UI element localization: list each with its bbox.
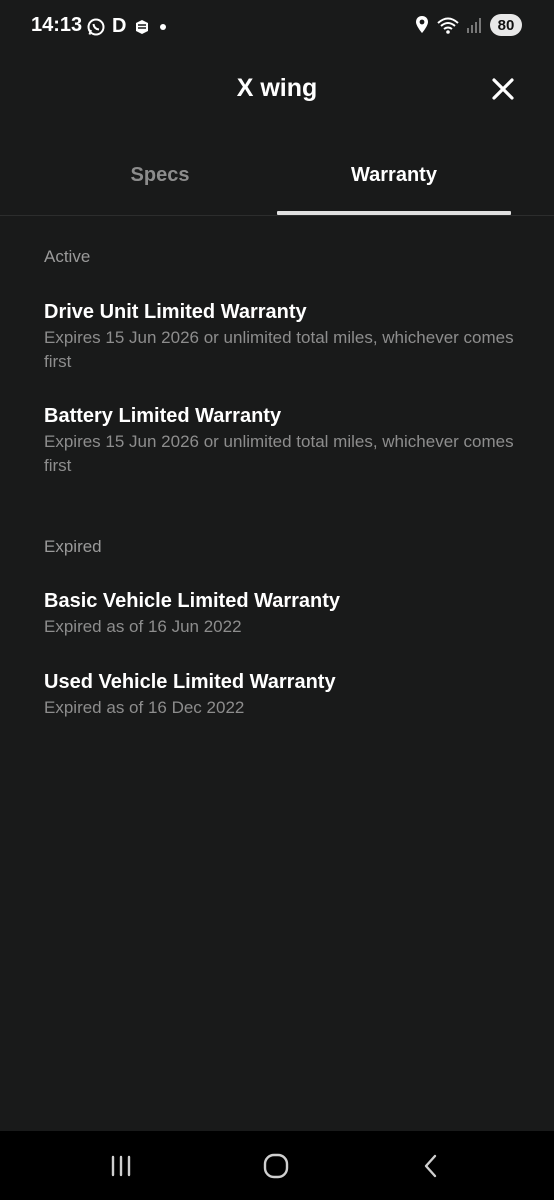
dot-icon — [158, 22, 168, 32]
app-box-icon — [132, 17, 152, 37]
warranty-subtitle: Expires 15 Jun 2026 or unlimited total m… — [44, 432, 514, 475]
status-time: 14:13 — [31, 14, 83, 36]
warranty-title: Basic Vehicle Limited Warranty — [44, 590, 341, 612]
status-system-icons: 80 — [414, 14, 522, 36]
warranty-item-battery[interactable]: Battery Limited Warranty Expires 15 Jun … — [44, 403, 514, 478]
location-icon — [414, 15, 430, 35]
close-icon — [492, 78, 514, 100]
close-button[interactable] — [490, 76, 516, 102]
home-button[interactable] — [256, 1149, 296, 1183]
recent-apps-button[interactable] — [101, 1149, 141, 1183]
warranty-subtitle: Expired as of 16 Dec 2022 — [44, 698, 245, 717]
warranty-item-used-vehicle[interactable]: Used Vehicle Limited Warranty Expired as… — [44, 669, 514, 720]
signal-icon — [466, 16, 484, 34]
warranty-subtitle: Expires 15 Jun 2026 or unlimited total m… — [44, 328, 514, 371]
system-nav-bar — [0, 1131, 554, 1200]
tab-bar: Specs Warranty — [0, 150, 554, 216]
wifi-icon — [436, 15, 460, 35]
warranty-item-drive-unit[interactable]: Drive Unit Limited Warranty Expires 15 J… — [44, 299, 514, 374]
status-notification-icons: D — [86, 15, 168, 38]
home-icon — [263, 1153, 289, 1179]
battery-indicator: 80 — [490, 14, 522, 36]
warranty-item-basic-vehicle[interactable]: Basic Vehicle Limited Warranty Expired a… — [44, 588, 514, 639]
status-bar: 14:13 D 80 — [0, 0, 554, 54]
screen: 14:13 D 80 X wing Specs Warranty Active … — [0, 0, 554, 1200]
whatsapp-icon — [86, 17, 106, 37]
back-icon — [424, 1154, 437, 1178]
warranty-title: Drive Unit Limited Warranty — [44, 301, 307, 323]
tab-specs[interactable]: Specs — [43, 150, 277, 216]
warranty-subtitle: Expired as of 16 Jun 2022 — [44, 617, 242, 636]
section-label-expired: Expired — [44, 537, 102, 556]
recent-apps-icon — [111, 1155, 131, 1177]
tab-warranty[interactable]: Warranty — [277, 150, 511, 216]
back-button[interactable] — [411, 1149, 451, 1183]
d-app-icon: D — [112, 15, 127, 37]
tab-active-indicator — [277, 211, 511, 215]
page-title: X wing — [236, 74, 318, 102]
warranty-title: Used Vehicle Limited Warranty — [44, 671, 336, 693]
warranty-title: Battery Limited Warranty — [44, 405, 282, 427]
section-label-active: Active — [44, 247, 91, 266]
